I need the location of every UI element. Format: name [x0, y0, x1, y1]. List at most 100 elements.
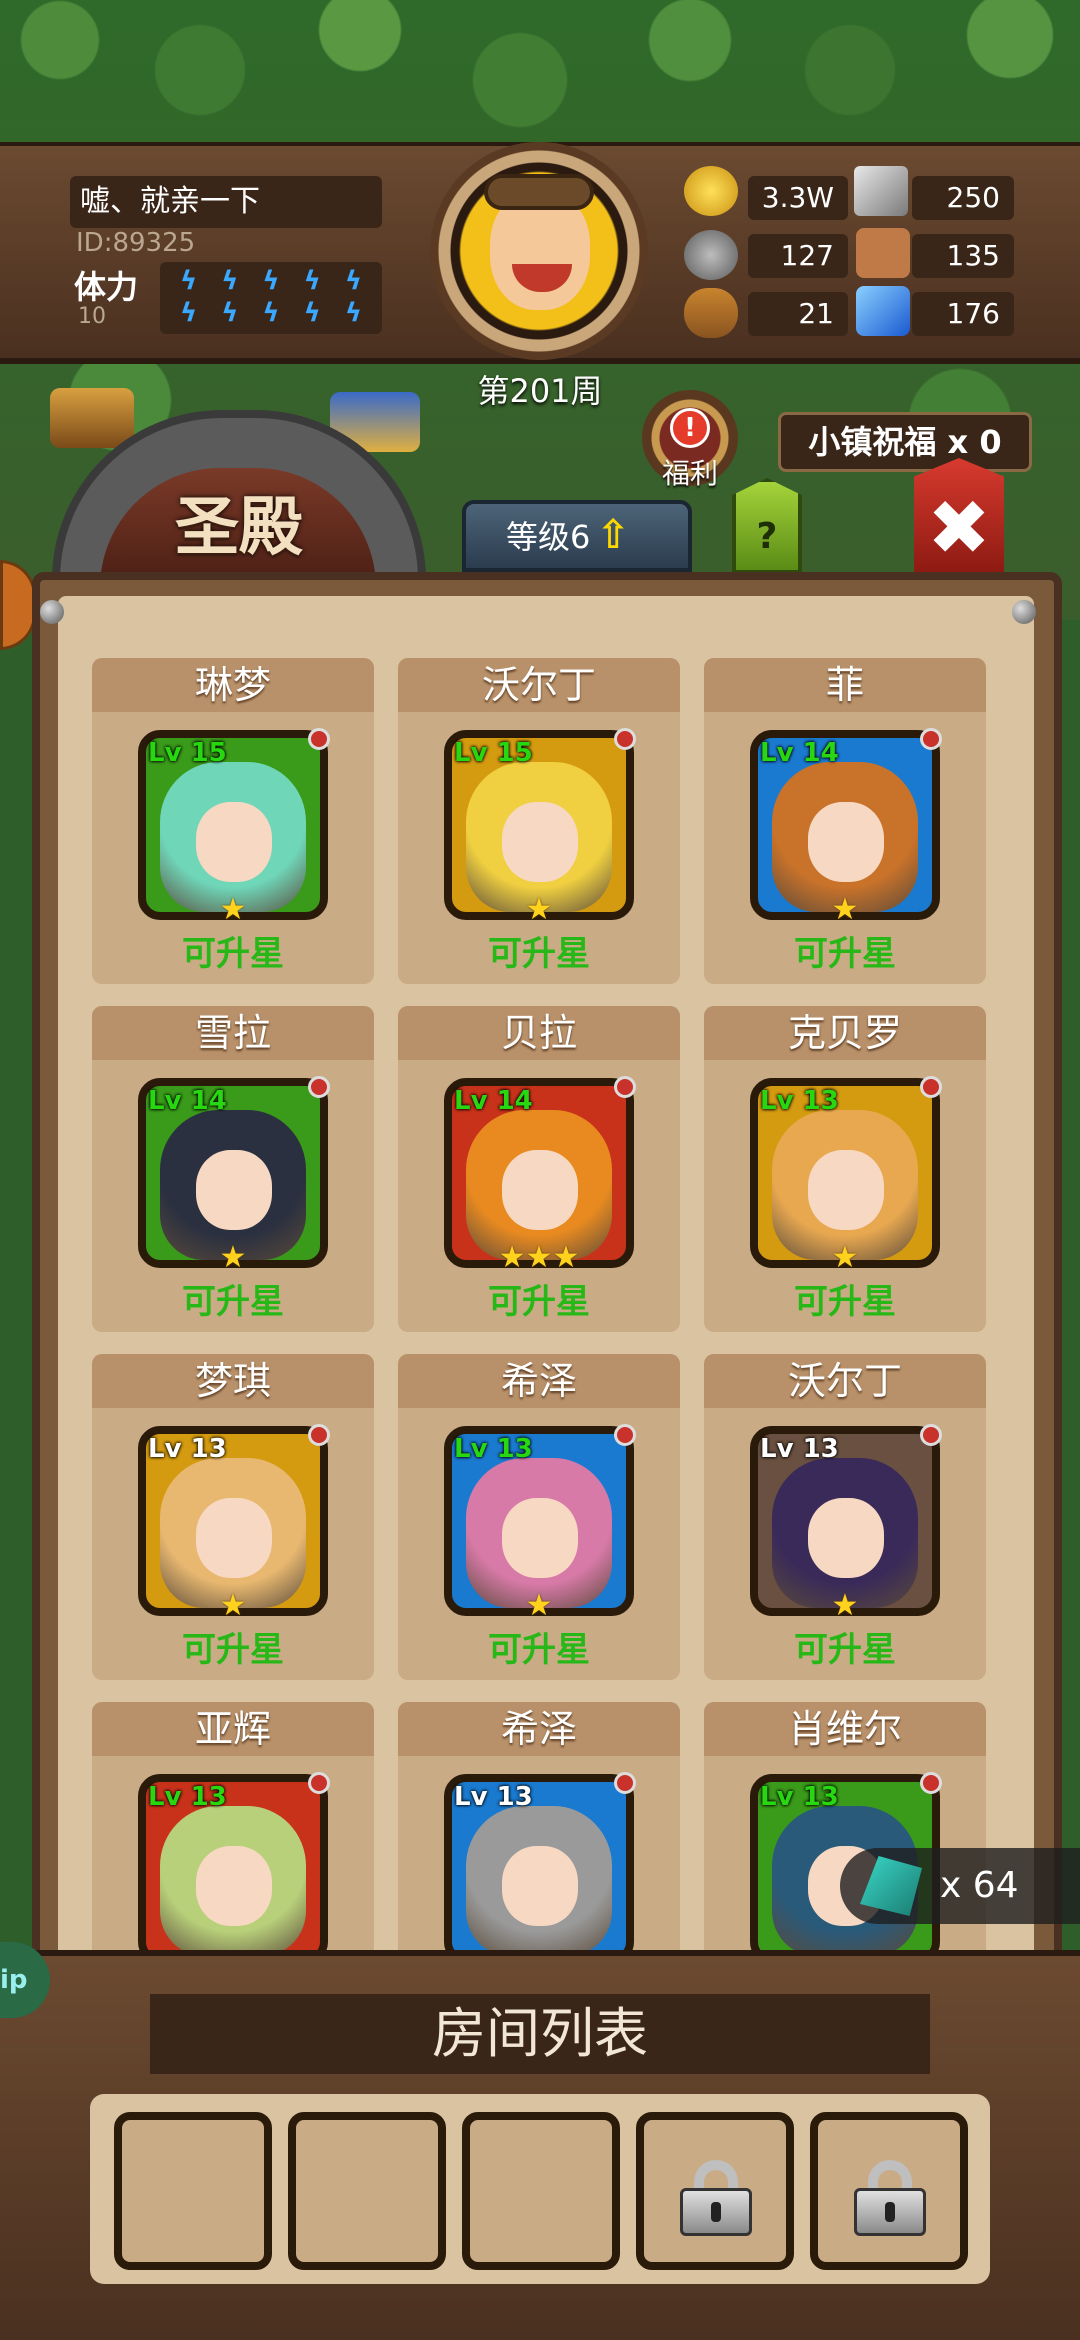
gold-coin-icon	[684, 166, 738, 216]
hero-face	[502, 1150, 578, 1230]
hero-card[interactable]: 梦琪 Lv 13 ★ 可升星	[92, 1354, 374, 1680]
stone-icon	[684, 230, 738, 280]
welfare-label: 福利	[661, 457, 718, 490]
crystal-counter[interactable]: x 64	[840, 1848, 1080, 1924]
lock-icon	[680, 2160, 752, 2236]
hero-stars: ★	[525, 892, 553, 927]
hero-face	[808, 802, 884, 882]
hero-face	[196, 1846, 272, 1926]
iron-value: 250	[912, 176, 1014, 220]
notification-dot	[614, 1076, 636, 1098]
town-blessing[interactable]: 小镇祝福 x 0	[778, 412, 1032, 472]
player-avatar[interactable]	[430, 142, 648, 360]
hero-stars: ★	[219, 1588, 247, 1623]
hero-card[interactable]: 沃尔丁 Lv 15 ★ 可升星	[398, 658, 680, 984]
hero-face	[196, 1150, 272, 1230]
hero-card[interactable]: 希泽 Lv 13 ★ 可升星	[398, 1354, 680, 1680]
hero-card[interactable]: 雪拉 Lv 14 ★ 可升星	[92, 1006, 374, 1332]
hero-name: 贝拉	[398, 1006, 680, 1060]
stamina-bolt-icon: ϟ	[344, 298, 362, 328]
hero-name: 琳梦	[92, 658, 374, 712]
help-button[interactable]: ?	[732, 478, 802, 574]
crystal-count: x 64	[940, 1865, 1019, 1906]
notification-dot	[920, 1772, 942, 1794]
rivet	[40, 600, 64, 624]
hero-level: Lv 13	[148, 1434, 227, 1464]
stamina-bolt-icon: ϟ	[180, 266, 198, 296]
stamina-bolt-icon: ϟ	[221, 298, 239, 328]
player-id: ID:89325	[76, 228, 196, 258]
hero-upgrade-status: 可升星	[794, 1630, 896, 1670]
hero-name: 沃尔丁	[398, 658, 680, 712]
hero-upgrade-status: 可升星	[488, 1630, 590, 1670]
hero-level: Lv 13	[760, 1782, 839, 1812]
hero-stars: ★	[219, 892, 247, 927]
hero-face	[196, 802, 272, 882]
stamina-bolt-icon: ϟ	[180, 298, 198, 328]
level-label: 等级6	[506, 518, 591, 556]
hero-card[interactable]: 琳梦 Lv 15 ★ 可升星	[92, 658, 374, 984]
hero-stars: ★	[525, 1588, 553, 1623]
hero-level: Lv 13	[454, 1434, 533, 1464]
hero-level: Lv 15	[148, 738, 227, 768]
stamina-bolt-icon: ϟ	[262, 298, 280, 328]
notification-dot	[920, 1076, 942, 1098]
stamina-bolt-icon: ϟ	[344, 266, 362, 296]
blue-crystal-value: 176	[912, 292, 1014, 336]
blue-crystal-icon	[856, 286, 910, 336]
alert-icon: !	[670, 408, 710, 448]
hero-upgrade-status: 可升星	[794, 1282, 896, 1322]
hero-card[interactable]: 菲 Lv 14 ★ 可升星	[704, 658, 986, 984]
iron-ingot-icon	[854, 166, 908, 216]
room-slot-locked-1[interactable]	[636, 2112, 794, 2270]
gold-value: 3.3W	[748, 176, 848, 220]
player-name[interactable]: 嘘、就亲一下	[70, 176, 382, 228]
notification-dot	[614, 1424, 636, 1446]
hero-upgrade-status: 可升星	[488, 1282, 590, 1322]
hero-name: 肖维尔	[704, 1702, 986, 1756]
hero-level: Lv 13	[760, 1086, 839, 1116]
room-slot-1[interactable]	[114, 2112, 272, 2270]
room-slot-locked-2[interactable]	[810, 2112, 968, 2270]
hero-card[interactable]: 贝拉 Lv 14 ★★★ 可升星	[398, 1006, 680, 1332]
hero-name: 雪拉	[92, 1006, 374, 1060]
hero-face	[502, 802, 578, 882]
notification-dot	[614, 728, 636, 750]
hero-level: Lv 14	[760, 738, 839, 768]
hero-card[interactable]: 沃尔丁 Lv 13 ★ 可升星	[704, 1354, 986, 1680]
teal-crystal-icon	[860, 1856, 922, 1916]
scroll-icon[interactable]	[50, 388, 134, 448]
hero-name: 希泽	[398, 1354, 680, 1408]
hero-upgrade-status: 可升星	[488, 934, 590, 974]
hero-upgrade-status: 可升星	[794, 934, 896, 974]
notification-dot	[614, 1772, 636, 1794]
hero-stars: ★	[831, 892, 859, 927]
hero-level: Lv 13	[454, 1782, 533, 1812]
room-slot-2[interactable]	[288, 2112, 446, 2270]
hero-upgrade-status: 可升星	[182, 1282, 284, 1322]
stamina-bolt-icon: ϟ	[221, 266, 239, 296]
hero-face	[502, 1846, 578, 1926]
hero-name: 梦琪	[92, 1354, 374, 1408]
leather-value: 135	[912, 234, 1014, 278]
hero-stars: ★	[831, 1240, 859, 1275]
hero-level: Lv 14	[148, 1086, 227, 1116]
stamina-bolt-icon: ϟ	[262, 266, 280, 296]
level-upgrade-button[interactable]: 等级6 ⇧	[462, 500, 692, 572]
building-title: 圣殿	[175, 491, 303, 565]
notification-dot	[308, 1424, 330, 1446]
room-slot-3[interactable]	[462, 2112, 620, 2270]
notification-dot	[308, 728, 330, 750]
close-button[interactable]: ✖	[914, 458, 1004, 574]
avatar-goggles	[484, 174, 594, 210]
stamina-label: 体力	[74, 268, 139, 306]
hero-stars: ★★★	[498, 1240, 580, 1275]
hero-card[interactable]: 克贝罗 Lv 13 ★ 可升星	[704, 1006, 986, 1332]
hero-level: Lv 13	[148, 1782, 227, 1812]
hero-upgrade-status: 可升星	[182, 1630, 284, 1670]
notification-dot	[920, 728, 942, 750]
stamina-value: 10	[78, 304, 106, 329]
hero-name: 沃尔丁	[704, 1354, 986, 1408]
stone-value: 127	[748, 234, 848, 278]
wood-log-icon	[684, 288, 738, 338]
